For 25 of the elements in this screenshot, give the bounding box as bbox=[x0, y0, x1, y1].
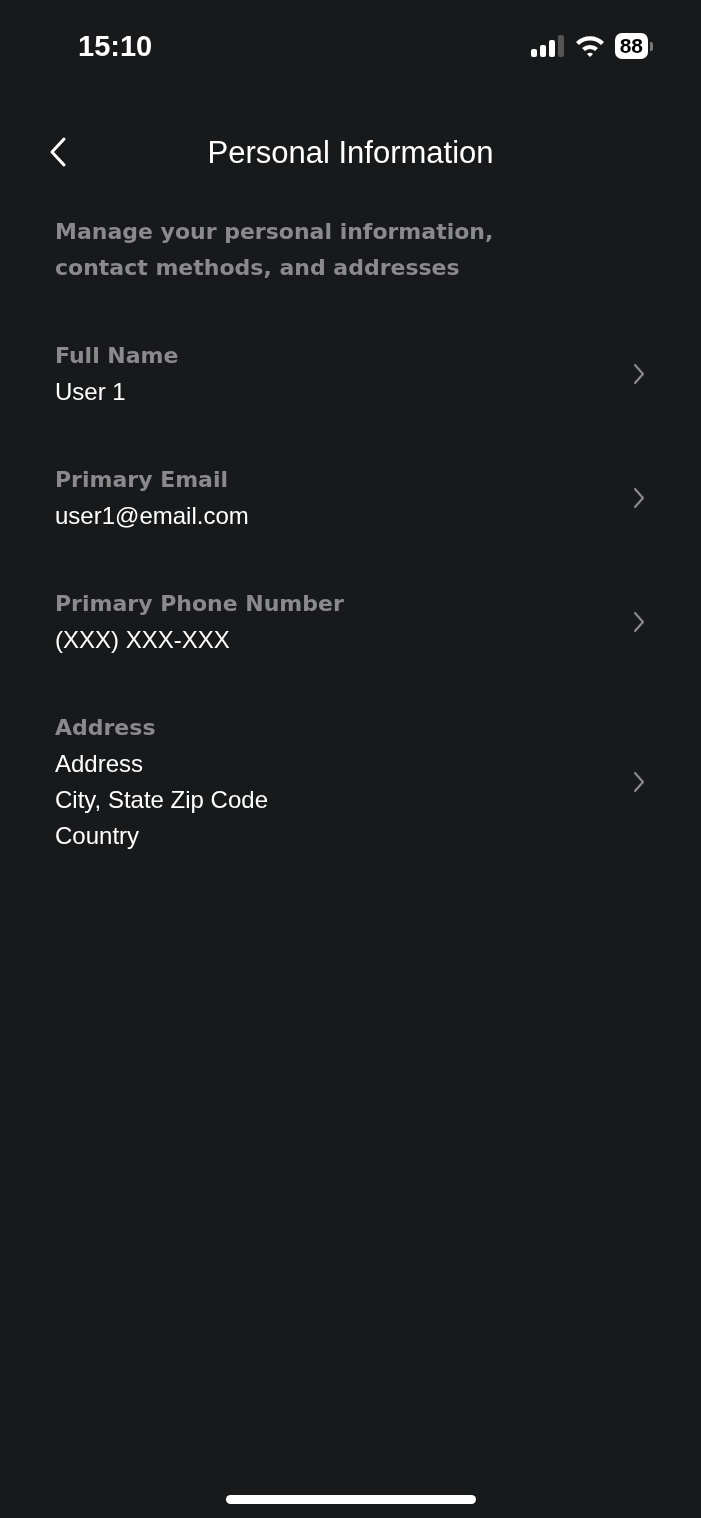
chevron-right-icon bbox=[633, 487, 645, 509]
field-value: User 1 bbox=[55, 377, 127, 407]
info-row[interactable]: Full Name User 1 bbox=[0, 338, 701, 410]
info-row[interactable]: Primary Phone Number (XXX) XXX-XXX bbox=[0, 586, 701, 658]
battery-level: 88 bbox=[614, 33, 648, 59]
chevron-right-icon bbox=[633, 771, 645, 793]
page-description: Manage your personal information, contact methods, and addresses bbox=[54, 218, 495, 282]
back-icon bbox=[49, 137, 67, 167]
field-value: Address bbox=[55, 749, 145, 779]
field-value: (XXX) XXX-XXX bbox=[55, 625, 231, 655]
signal-icon bbox=[530, 35, 565, 57]
field-value: City, State Zip Code bbox=[55, 785, 268, 815]
chevron-right-icon bbox=[633, 363, 645, 385]
field-value: user1@email.com bbox=[55, 501, 249, 531]
page-title: Personal Information bbox=[207, 135, 494, 171]
info-row[interactable]: Primary Email user1@email.com bbox=[0, 462, 701, 534]
info-row[interactable]: Address Address City, State Zip Code Country bbox=[0, 710, 701, 854]
field-label: Full Name bbox=[55, 342, 179, 370]
status-time: 15:10 bbox=[78, 29, 153, 63]
field-label: Address bbox=[55, 714, 157, 742]
field-label: Primary Phone Number bbox=[55, 590, 344, 618]
field-label: Primary Email bbox=[55, 466, 229, 494]
wifi-icon bbox=[574, 35, 605, 57]
chevron-right-icon bbox=[633, 611, 645, 633]
field-value: Country bbox=[55, 821, 141, 851]
